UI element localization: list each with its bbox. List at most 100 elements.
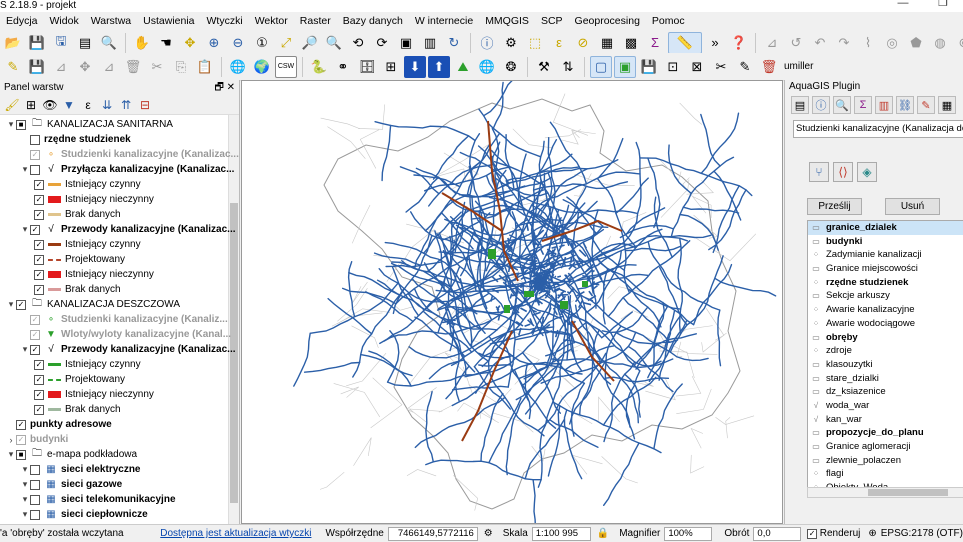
layer-checkbox[interactable]: ✓ (16, 299, 26, 310)
layer-tree-row[interactable]: ▾ ✓ 🗀 KANALIZACJA DESZCZOWA (6, 297, 180, 312)
aquagis-layer-item[interactable]: ▭ klasouzytki (808, 358, 963, 372)
wms-icon[interactable]: 🌐 (227, 56, 249, 78)
expander-icon[interactable]: › (6, 435, 16, 445)
filter-icon[interactable]: ▼ (61, 98, 77, 112)
layer-tree-row[interactable]: ✓ ∘ Studzienki kanalizacyjne (Kanaliz... (20, 312, 228, 327)
layer-tree-row[interactable]: ✓ Istniejący czynny (34, 237, 141, 252)
info-icon[interactable]: ⓘ (812, 96, 830, 114)
layer-checkbox[interactable] (30, 479, 40, 490)
aquagis-layer-item[interactable]: √ kan_war (808, 413, 963, 427)
coordinates-field[interactable]: 7466149,5772116 (387, 526, 478, 541)
save-edits-icon[interactable]: 💾 (26, 56, 48, 78)
aquagis-layer-item[interactable]: ▭ dz_ksiazenice (808, 385, 963, 399)
select-features-icon[interactable]: ⬚ (524, 32, 546, 54)
layer-tree-row[interactable]: ✓ Istniejący nieczynny (34, 267, 154, 282)
menu-item[interactable]: Bazy danych (337, 15, 409, 27)
aquagis-layer-item[interactable]: ⁘ zdroje (808, 344, 963, 358)
paste-icon[interactable]: 📋 (194, 56, 216, 78)
aquagis-layer-item[interactable]: ▭ Granice miejscowości (808, 262, 963, 276)
more-tools-icon[interactable]: » (704, 32, 726, 54)
layer-tree-row[interactable]: ▾ ▦ sieci gazowe (20, 477, 122, 492)
expander-icon[interactable]: ▾ (20, 224, 30, 235)
new-print-composer-icon[interactable]: ▤ (74, 32, 96, 54)
sigma-icon[interactable]: Σ (854, 96, 872, 114)
layer-tree-row[interactable]: ✓ Projektowany (34, 372, 125, 387)
layers-icon[interactable]: ◈ (857, 162, 877, 182)
aquagis-layer-item[interactable]: ⁘ Awarie wodociągowe (808, 317, 963, 331)
legend-checkbox[interactable]: ✓ (34, 284, 44, 295)
layer-tree-row[interactable]: ▾ ▦ sieci ciepłownicze (20, 507, 148, 522)
layer-checkbox[interactable] (30, 464, 40, 475)
identify-icon[interactable]: ⓘ (476, 32, 498, 54)
layer-tree-row[interactable]: ✓ ∘ Studzienki kanalizacyjne (Kanalizac... (20, 147, 239, 162)
pan-icon[interactable]: ✋ (131, 32, 153, 54)
magnifier-field[interactable]: 100% (664, 526, 713, 541)
table-icon[interactable]: ▦ (938, 96, 956, 114)
eye-icon[interactable]: 👁 (42, 98, 58, 112)
help-icon[interactable]: ❓ (728, 32, 750, 54)
menu-item[interactable]: MMQGIS (479, 15, 535, 27)
menu-item[interactable]: Warstwa (85, 15, 137, 27)
menu-item[interactable]: W internecie (409, 15, 479, 27)
layer-tree-row[interactable]: ▾ ✓ √ Przewody kanalizacyjne (Kanalizac... (20, 342, 236, 357)
tool-icon[interactable]: ⚒ (533, 56, 555, 78)
search-icon[interactable]: 🔍 (833, 96, 851, 114)
legend-checkbox[interactable]: ✓ (34, 269, 44, 280)
layer-tree-row[interactable]: ▾ ■ 🗀 e-mapa podkładowa (6, 447, 137, 462)
attribute-table-icon[interactable]: ▦ (596, 32, 618, 54)
aquagis-layer-item[interactable]: ▭ propozycje_do_planu (808, 426, 963, 440)
layer-checkbox[interactable]: ✓ (30, 224, 40, 235)
aquagis-layer-item[interactable]: ▭ Sekcje arkuszy (808, 289, 963, 303)
legend-checkbox[interactable]: ✓ (34, 239, 44, 250)
aquagis-layer-item[interactable]: ▭ granice_dzialek (808, 221, 963, 235)
edit-icon[interactable]: ✎ (734, 56, 756, 78)
deselect-icon[interactable]: ⊘ (572, 32, 594, 54)
layer-tree-row[interactable]: ✓ punkty adresowe (6, 417, 112, 432)
panel-dock-buttons[interactable]: 🗗 ✕ (214, 80, 235, 95)
layer-tree-row[interactable]: › ✓ budynki (6, 432, 69, 447)
layer-tree-row[interactable]: ✓ Projektowany (34, 252, 125, 267)
delete-ring-icon[interactable]: ⊚ (953, 32, 963, 54)
measure-height-icon[interactable]: ⇅ (557, 56, 579, 78)
delete-button[interactable]: Usuń (885, 198, 940, 215)
zoom-last-icon[interactable]: ⟲ (347, 32, 369, 54)
menu-item[interactable]: Raster (294, 15, 337, 27)
chart-icon[interactable]: ▥ (875, 96, 893, 114)
simplify-icon[interactable]: ⌇ (857, 32, 879, 54)
layer-tree-row[interactable]: ✓ Brak danych (34, 207, 121, 222)
aquagis-layer-item[interactable]: ▭ budynki (808, 235, 963, 249)
python-icon[interactable]: 🐍 (308, 56, 330, 78)
filter-expression-icon[interactable]: ε (80, 98, 96, 112)
expand-all-icon[interactable]: ⇊ (99, 98, 115, 112)
fill-ring-icon[interactable]: ◍ (929, 32, 951, 54)
menu-item[interactable]: Widok (44, 15, 85, 27)
refresh-icon[interactable]: ↻ (443, 32, 465, 54)
layer-tree-row[interactable]: rzędne studzienek (20, 132, 131, 147)
profile-icon[interactable]: ⛰ (452, 56, 474, 78)
menu-item[interactable]: Wektor (249, 15, 294, 27)
zoom-layer-icon[interactable]: 🔍 (323, 32, 345, 54)
cut-icon[interactable]: ✂ (146, 56, 168, 78)
move-feature-icon[interactable]: ✥ (74, 56, 96, 78)
trash-icon[interactable]: 🗑 (758, 56, 780, 78)
layer-checkbox[interactable]: ✓ (30, 149, 40, 160)
save-as-icon[interactable]: 🖫 (50, 32, 72, 54)
layer-tree-row[interactable]: ▾ ✓ √ Przewody kanalizacyjne (Kanalizac... (20, 222, 236, 237)
layer-tree-row[interactable]: ▾ ▦ sieci elektryczne (20, 462, 141, 477)
lock-scale-icon[interactable]: 🔒 (597, 528, 609, 539)
scale-field[interactable]: 1:100 995 (531, 526, 591, 541)
layer-checkbox[interactable]: ✓ (30, 329, 40, 340)
layer-tree-row[interactable]: ▾ ▦ sieci telekomunikacyjne (20, 492, 176, 507)
expander-icon[interactable]: ▾ (6, 119, 16, 130)
advanced-digitizing-icon[interactable]: ⊿ (761, 32, 783, 54)
aquagis-layer-item[interactable]: ▭ obręby (808, 331, 963, 345)
remove-layer-panel-icon[interactable]: ⊟ (137, 98, 153, 112)
add-feature-icon[interactable]: ⊿ (50, 56, 72, 78)
expander-icon[interactable]: ▾ (20, 164, 30, 175)
menu-item[interactable]: Pomoc (646, 15, 691, 27)
menu-item[interactable]: Ustawienia (137, 15, 200, 27)
show-bookmarks-icon[interactable]: ▥ (419, 32, 441, 54)
plugin-update-link[interactable]: Dostępna jest aktualizacja wtyczki (160, 528, 311, 539)
layer-checkbox[interactable]: ✓ (30, 344, 40, 355)
minimize-button[interactable]: — (883, 0, 923, 9)
